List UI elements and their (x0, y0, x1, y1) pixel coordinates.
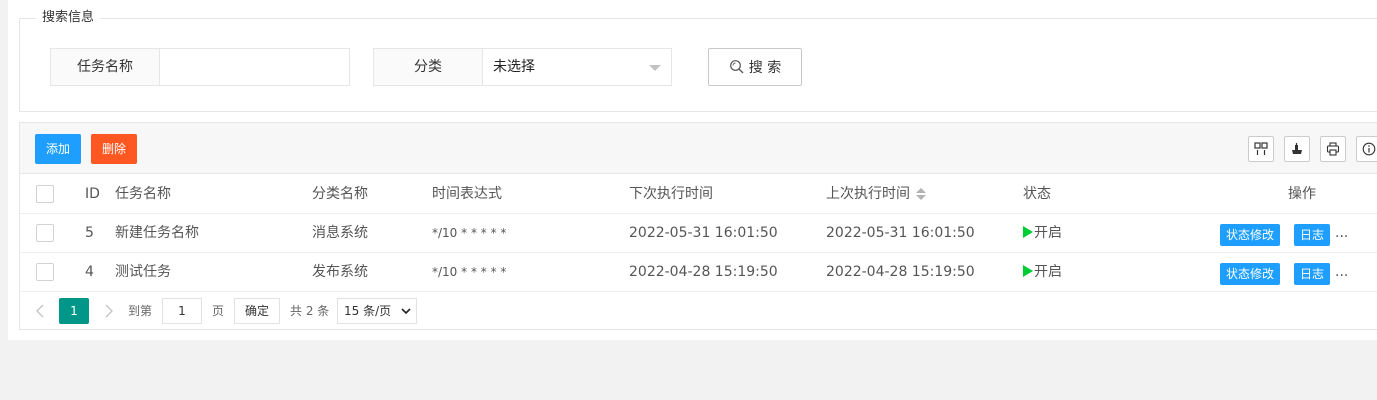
chevron-right-icon[interactable] (104, 303, 114, 319)
cell-category: 消息系统 (312, 225, 368, 241)
header-id: ID (85, 186, 100, 202)
goto-confirm-button[interactable]: 确定 (234, 298, 280, 324)
add-button[interactable]: 添加 (35, 134, 82, 164)
page-label: 页 (212, 304, 225, 318)
export-icon[interactable] (1284, 136, 1310, 162)
columns-icon[interactable] (1248, 136, 1274, 162)
header-actions: 操作 (1288, 186, 1316, 202)
log-button[interactable]: 日志 (1294, 224, 1331, 246)
category-select-value: 未选择 (493, 59, 535, 75)
category-label: 分类 (373, 48, 483, 86)
category-group: 分类 未选择 (373, 48, 672, 86)
row-checkbox[interactable] (36, 224, 54, 242)
page-1-button[interactable]: 1 (59, 298, 89, 324)
more-actions[interactable]: ... (1335, 253, 1348, 292)
header-cron: 时间表达式 (432, 186, 502, 202)
cell-id: 4 (85, 264, 94, 280)
total-count: 共 2 条 (290, 304, 330, 318)
play-icon (1023, 265, 1033, 277)
chevron-down-icon (649, 65, 661, 71)
page-size-select[interactable]: 15 条/页 (337, 298, 417, 324)
cell-task-name: 测试任务 (115, 264, 171, 280)
goto-page-input[interactable] (162, 298, 202, 324)
task-name-group: 任务名称 (50, 48, 350, 86)
header-category: 分类名称 (312, 186, 368, 202)
edit-status-button[interactable]: 状态修改 (1220, 224, 1281, 246)
pagination: 1 到第 页 确定 共 2 条 15 条/页 (20, 292, 1377, 330)
table-header: ID 任务名称 分类名称 时间表达式 下次执行时间 上次执行时间 状态 操作 (20, 174, 1377, 214)
task-name-input[interactable] (160, 48, 350, 86)
log-button[interactable]: 日志 (1294, 263, 1331, 285)
page-size-value: 15 条/页 (344, 304, 392, 318)
cell-category: 发布系统 (312, 264, 368, 280)
search-icon (729, 60, 744, 74)
info-icon[interactable] (1356, 136, 1377, 162)
task-table: 添加 删除 ID 任务名称 分类名称 时间表达式 下次执行时间 上次执行时间 状… (19, 122, 1377, 330)
search-button[interactable]: 搜 索 (708, 48, 802, 86)
cell-status-label: 开启 (1034, 225, 1062, 241)
main-panel: 搜索信息 任务名称 分类 未选择 搜 索 添加 删除 ID 任务名称 分类名称 … (8, 0, 1377, 340)
category-select[interactable]: 未选择 (483, 48, 672, 86)
cell-next-run: 2022-05-31 16:01:50 (629, 225, 778, 241)
print-icon[interactable] (1320, 136, 1346, 162)
cell-id: 5 (85, 225, 94, 241)
search-fieldset: 搜索信息 任务名称 分类 未选择 搜 索 (19, 9, 1377, 112)
table-row: 4 测试任务 发布系统 */10 * * * * * 2022-04-28 15… (20, 253, 1377, 292)
cell-cron: */10 * * * * * (432, 226, 507, 240)
play-icon (1023, 226, 1033, 238)
cell-next-run: 2022-04-28 15:19:50 (629, 264, 778, 280)
header-last-run[interactable]: 上次执行时间 (826, 174, 926, 214)
header-next-run: 下次执行时间 (629, 186, 713, 202)
search-button-label: 搜 索 (748, 60, 782, 76)
row-checkbox[interactable] (36, 263, 54, 281)
cell-last-run: 2022-04-28 15:19:50 (826, 264, 975, 280)
table-row: 5 新建任务名称 消息系统 */10 * * * * * 2022-05-31 … (20, 214, 1377, 253)
header-last-run-label: 上次执行时间 (826, 186, 910, 202)
cell-status: 开启 (1023, 253, 1062, 292)
goto-label: 到第 (128, 304, 153, 318)
delete-button[interactable]: 删除 (91, 134, 138, 164)
cell-status-label: 开启 (1034, 264, 1062, 280)
cell-cron: */10 * * * * * (432, 265, 507, 279)
select-all-checkbox[interactable] (36, 185, 54, 203)
cell-last-run: 2022-05-31 16:01:50 (826, 225, 975, 241)
more-actions[interactable]: ... (1335, 214, 1348, 253)
header-status: 状态 (1023, 186, 1051, 202)
cell-task-name: 新建任务名称 (115, 225, 199, 241)
task-name-label: 任务名称 (50, 48, 160, 86)
chevron-down-icon (401, 308, 411, 315)
search-legend: 搜索信息 (36, 9, 101, 27)
sort-icon[interactable] (916, 187, 926, 201)
chevron-left-icon[interactable] (35, 303, 45, 319)
edit-status-button[interactable]: 状态修改 (1220, 263, 1281, 285)
header-task-name: 任务名称 (115, 186, 171, 202)
table-toolbar: 添加 删除 (20, 123, 1377, 174)
cell-status: 开启 (1023, 214, 1062, 253)
